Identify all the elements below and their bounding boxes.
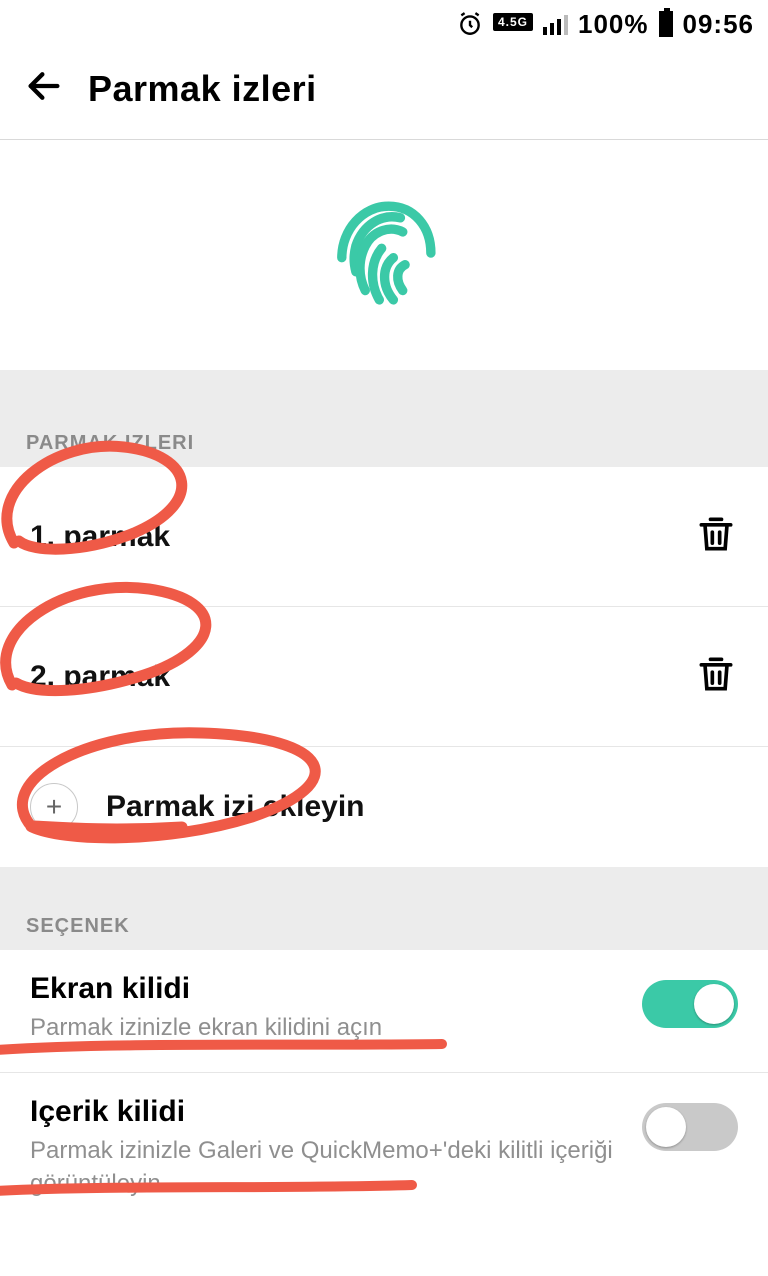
fingerprint-icon: [309, 178, 459, 333]
option-content-lock[interactable]: Içerik kilidi Parmak izinizle Galeri ve …: [0, 1073, 768, 1228]
signal-icon: [543, 13, 568, 35]
option-subtitle: Parmak izinizle Galeri ve QuickMemo+'dek…: [30, 1135, 622, 1200]
page-title: Parmak izleri: [88, 68, 317, 110]
alarm-icon: [457, 11, 483, 37]
battery-percent: 100%: [578, 9, 649, 40]
plus-icon: +: [30, 783, 78, 831]
divider-strip: [0, 370, 768, 406]
add-fingerprint-label: Parmak izi ekleyin: [106, 790, 738, 824]
app-header: Parmak izleri: [0, 48, 768, 140]
toggle-screen-lock[interactable]: [642, 980, 738, 1028]
delete-fingerprint-button[interactable]: [694, 652, 738, 701]
fingerprint-name: 1. parmak: [30, 520, 694, 554]
clock: 09:56: [683, 9, 755, 40]
option-subtitle: Parmak izinizle ekran kilidini açın: [30, 1012, 622, 1044]
fingerprint-name: 2. parmak: [30, 660, 694, 694]
section-label-fingerprints: PARMAK IZLERI: [0, 406, 768, 467]
battery-icon: [659, 11, 673, 37]
add-fingerprint-button[interactable]: + Parmak izi ekleyin: [0, 747, 768, 867]
network-type-badge: 4.5G: [493, 15, 533, 33]
option-title: Içerik kilidi: [30, 1095, 622, 1129]
fingerprint-row[interactable]: 1. parmak: [0, 467, 768, 607]
section-label-options: SEÇENEK: [0, 867, 768, 950]
delete-fingerprint-button[interactable]: [694, 512, 738, 561]
toggle-content-lock[interactable]: [642, 1103, 738, 1151]
fingerprint-list: 1. parmak 2. parmak: [0, 467, 768, 867]
fingerprint-hero: [0, 140, 768, 370]
status-bar: 4.5G 100% 09:56: [0, 0, 768, 48]
back-button[interactable]: [24, 66, 64, 111]
option-title: Ekran kilidi: [30, 972, 622, 1006]
option-screen-lock[interactable]: Ekran kilidi Parmak izinizle ekran kilid…: [0, 950, 768, 1073]
fingerprint-row[interactable]: 2. parmak: [0, 607, 768, 747]
